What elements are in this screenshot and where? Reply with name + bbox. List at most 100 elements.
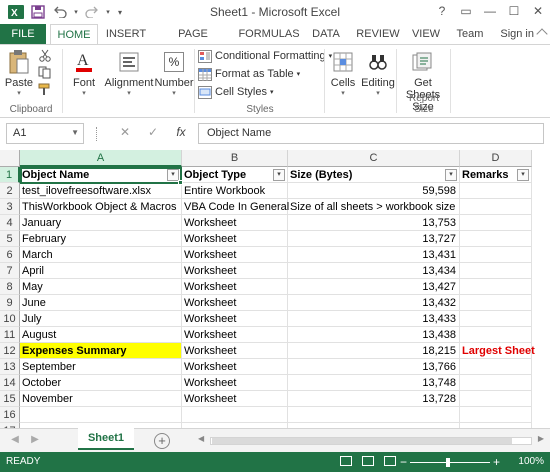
cell-a9[interactable]: June xyxy=(20,295,182,311)
cell-c12[interactable]: 18,215 xyxy=(288,343,460,359)
tab-formulas[interactable]: FORMULAS xyxy=(238,24,300,44)
row-header[interactable]: 4 xyxy=(0,215,20,231)
font-button[interactable]: A Font ▾ xyxy=(66,49,102,97)
maximize-button[interactable]: ☐ xyxy=(502,0,526,22)
add-sheet-button[interactable]: + xyxy=(154,433,170,449)
zoom-knob[interactable] xyxy=(446,458,450,467)
ribbon-display-button[interactable]: ▭ xyxy=(454,0,478,22)
row-header[interactable]: 8 xyxy=(0,279,20,295)
scrollbar-thumb[interactable] xyxy=(212,438,512,444)
tab-file[interactable]: FILE xyxy=(0,24,46,44)
cell-b11[interactable]: Worksheet xyxy=(182,327,288,343)
collapse-ribbon-icon[interactable] xyxy=(536,28,548,40)
cell-c4[interactable]: 13,753 xyxy=(288,215,460,231)
zoom-slider[interactable]: − + xyxy=(400,455,500,469)
cell-a3[interactable]: ThisWorkbook Object & Macros xyxy=(20,199,182,215)
column-header-a[interactable]: A xyxy=(20,150,182,167)
format-as-table-button[interactable]: Format as Table ▾ xyxy=(198,66,300,82)
cell-c8[interactable]: 13,427 xyxy=(288,279,460,295)
cancel-entry-icon[interactable]: ✕ xyxy=(116,125,134,141)
cell-d6[interactable] xyxy=(460,247,532,263)
normal-view-icon[interactable] xyxy=(340,456,352,466)
cell-c16[interactable] xyxy=(288,407,460,423)
column-header-d[interactable]: D xyxy=(460,150,532,167)
row-header[interactable]: 2 xyxy=(0,183,20,199)
cell-b14[interactable]: Worksheet xyxy=(182,375,288,391)
fill-handle[interactable] xyxy=(178,180,183,185)
cell-styles-button[interactable]: Cell Styles ▾ xyxy=(198,84,273,100)
font-group[interactable]: A Font ▾ xyxy=(64,45,104,117)
cell-a5[interactable]: February xyxy=(20,231,182,247)
editing-group[interactable]: Editing ▾ xyxy=(360,45,396,117)
cells-button[interactable]: Cells ▾ xyxy=(326,49,360,97)
cell-d2[interactable] xyxy=(460,183,532,199)
alignment-group[interactable]: Alignment ▾ xyxy=(104,45,154,117)
editing-button[interactable]: Editing ▾ xyxy=(360,49,396,97)
cell-d11[interactable] xyxy=(460,327,532,343)
cell-b9[interactable]: Worksheet xyxy=(182,295,288,311)
cell-a11[interactable]: August xyxy=(20,327,182,343)
cell-c2[interactable]: 59,598 xyxy=(288,183,460,199)
tab-view[interactable]: VIEW xyxy=(408,24,444,44)
cut-icon[interactable] xyxy=(38,49,52,65)
header-cell-d[interactable]: Remarks ▾ xyxy=(460,167,532,183)
name-box-dropdown-icon[interactable]: ▼ xyxy=(71,128,79,137)
page-layout-view-icon[interactable] xyxy=(362,456,374,466)
minimize-button[interactable]: — xyxy=(478,0,502,22)
cell-c10[interactable]: 13,433 xyxy=(288,311,460,327)
row-header[interactable]: 16 xyxy=(0,407,20,423)
header-cell-a[interactable]: Object Name ▾ xyxy=(20,167,182,183)
cell-a10[interactable]: July xyxy=(20,311,182,327)
tab-home[interactable]: HOME xyxy=(50,24,98,45)
cell-d5[interactable] xyxy=(460,231,532,247)
row-header[interactable]: 10 xyxy=(0,311,20,327)
sign-in-link[interactable]: Sign in xyxy=(500,24,534,44)
cell-c14[interactable]: 13,748 xyxy=(288,375,460,391)
cell-c11[interactable]: 13,438 xyxy=(288,327,460,343)
cell-c6[interactable]: 13,431 xyxy=(288,247,460,263)
row-header[interactable]: 6 xyxy=(0,247,20,263)
scroll-right-icon[interactable]: ▶ xyxy=(538,434,544,443)
cell-c15[interactable]: 13,728 xyxy=(288,391,460,407)
cell-b5[interactable]: Worksheet xyxy=(182,231,288,247)
cell-a6[interactable]: March xyxy=(20,247,182,263)
row-header[interactable]: 9 xyxy=(0,295,20,311)
tab-data[interactable]: DATA xyxy=(308,24,344,44)
cell-a16[interactable] xyxy=(20,407,182,423)
cell-d4[interactable] xyxy=(460,215,532,231)
prev-sheet-icon[interactable]: ◀ xyxy=(8,433,22,447)
zoom-out-button[interactable]: − xyxy=(400,455,407,469)
cell-a7[interactable]: April xyxy=(20,263,182,279)
cell-d3[interactable] xyxy=(460,199,532,215)
zoom-level[interactable]: 100% xyxy=(518,456,544,467)
cell-b10[interactable]: Worksheet xyxy=(182,311,288,327)
scroll-left-icon[interactable]: ◀ xyxy=(198,434,204,443)
copy-icon[interactable] xyxy=(38,66,52,82)
paste-button[interactable]: Paste ▾ xyxy=(4,49,34,97)
cell-b3[interactable]: VBA Code In General xyxy=(182,199,289,215)
tab-insert[interactable]: INSERT xyxy=(104,24,148,44)
tab-review[interactable]: REVIEW xyxy=(354,24,402,44)
cell-b4[interactable]: Worksheet xyxy=(182,215,288,231)
cell-c3[interactable]: Size of all sheets > workbook size xyxy=(288,199,460,215)
paste-dropdown-icon[interactable]: ▾ xyxy=(4,89,34,97)
format-painter-icon[interactable] xyxy=(38,83,52,99)
cell-b15[interactable]: Worksheet xyxy=(182,391,288,407)
header-cell-b[interactable]: Object Type ▾ xyxy=(182,167,288,183)
sheet-tab-sheet1[interactable]: Sheet1 xyxy=(78,428,134,450)
row-header[interactable]: 14 xyxy=(0,375,20,391)
cell-b12[interactable]: Worksheet xyxy=(182,343,288,359)
cell-d14[interactable] xyxy=(460,375,532,391)
cells-group[interactable]: Cells ▾ xyxy=(326,45,360,117)
formula-bar-grip[interactable] xyxy=(96,127,99,141)
worksheet-grid[interactable]: A B C D 1 Object Name ▾ Object Type ▾ Size (Bytes… xyxy=(0,150,550,428)
cell-d12[interactable]: Largest Sheet xyxy=(460,343,535,359)
cell-d9[interactable] xyxy=(460,295,532,311)
conditional-formatting-button[interactable]: Conditional Formatting ▾ xyxy=(198,48,332,64)
select-all-corner[interactable] xyxy=(0,150,20,167)
number-group[interactable]: % Number ▾ xyxy=(154,45,194,117)
name-box[interactable]: A1 ▼ xyxy=(6,123,84,144)
cell-a14[interactable]: October xyxy=(20,375,182,391)
enter-entry-icon[interactable]: ✓ xyxy=(144,125,162,141)
cell-b6[interactable]: Worksheet xyxy=(182,247,288,263)
